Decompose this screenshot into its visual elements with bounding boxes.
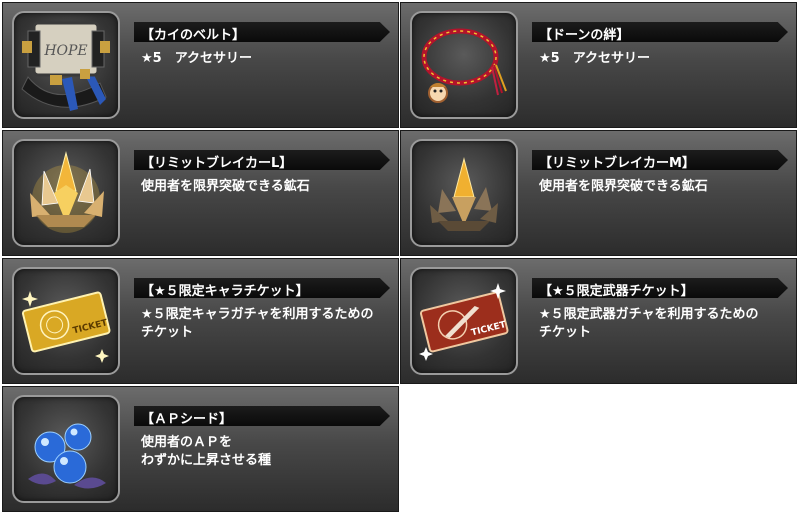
- item-description-line: ★5 アクセサリー: [141, 51, 253, 66]
- item-card-ap-seed[interactable]: 【ＡＰシード】 使用者のＡＰを わずかに上昇させる種: [2, 386, 399, 512]
- item-name: 【リミットブレイカーM】: [539, 156, 695, 171]
- item-name: 【★５限定武器チケット】: [539, 284, 694, 299]
- item-name-bar: 【リミットブレイカーL】: [134, 150, 390, 170]
- item-name-bar: 【ＡＰシード】: [134, 406, 390, 426]
- item-name: 【ドーンの絆】: [539, 28, 630, 43]
- item-description-line: 使用者を限界突破できる鉱石: [141, 179, 310, 194]
- item-name-bar: 【★５限定キャラチケット】: [134, 278, 390, 298]
- item-card-chara-ticket[interactable]: TICKET 【★５限定キャラチケット】 ★５限定キャラガチャを利用するための …: [2, 258, 399, 384]
- weapon-ticket-icon: TICKET: [419, 283, 509, 361]
- item-description: ★5 アクセサリー: [539, 50, 789, 68]
- belt-icon: HOPE: [21, 21, 110, 111]
- item-description-line: ★5 アクセサリー: [539, 51, 651, 66]
- item-thumbnail: TICKET: [410, 267, 518, 375]
- necklace-icon: [421, 28, 507, 103]
- item-name: 【ＡＰシード】: [141, 412, 233, 427]
- item-card-weapon-ticket[interactable]: TICKET 【★５限定武器チケット】 ★５限定武器ガチャを利用するための チケ…: [400, 258, 797, 384]
- item-card-limit-breaker-m[interactable]: 【リミットブレイカーM】 使用者を限界突破できる鉱石: [400, 130, 797, 256]
- crystal-large-icon: [30, 151, 104, 233]
- item-description-line: ★５限定キャラガチャを利用するための: [141, 307, 374, 322]
- item-description: 使用者を限界突破できる鉱石: [141, 178, 391, 196]
- item-thumbnail: [410, 139, 518, 247]
- item-description: 使用者を限界突破できる鉱石: [539, 178, 789, 196]
- item-thumbnail: TICKET: [12, 267, 120, 375]
- item-name: 【カイのベルト】: [141, 28, 246, 43]
- item-description-line: 使用者を限界突破できる鉱石: [539, 179, 708, 194]
- seed-icon: [28, 423, 106, 489]
- belt-engraving: HOPE: [43, 43, 87, 59]
- item-thumbnail: [12, 139, 120, 247]
- crystal-medium-icon: [430, 157, 498, 231]
- item-thumbnail: [410, 11, 518, 119]
- item-description: 使用者のＡＰを わずかに上昇させる種: [141, 434, 391, 470]
- item-thumbnail: [12, 395, 120, 503]
- item-card-dawn-bond[interactable]: 【ドーンの絆】 ★5 アクセサリー: [400, 2, 797, 128]
- item-name-bar: 【カイのベルト】: [134, 22, 390, 42]
- item-description: ★５限定キャラガチャを利用するための チケット: [141, 306, 391, 342]
- gold-ticket-icon: TICKET: [21, 291, 111, 363]
- item-description-line: わずかに上昇させる種: [141, 453, 272, 468]
- item-card-kai-belt[interactable]: HOPE 【カイのベルト】 ★5 アクセサリー: [2, 2, 399, 128]
- item-name: 【★５限定キャラチケット】: [141, 284, 309, 299]
- item-grid: HOPE 【カイのベルト】 ★5 アクセサリー 【ドーンの絆】 ★5 アクセサリ…: [0, 0, 798, 514]
- item-card-limit-breaker-l[interactable]: 【リミットブレイカーL】 使用者を限界突破できる鉱石: [2, 130, 399, 256]
- item-description: ★5 アクセサリー: [141, 50, 391, 68]
- item-description-line: 使用者のＡＰを: [141, 435, 233, 450]
- item-description-line: チケット: [539, 325, 592, 340]
- item-description: ★５限定武器ガチャを利用するための チケット: [539, 306, 789, 342]
- item-thumbnail: HOPE: [12, 11, 120, 119]
- item-description-line: ★５限定武器ガチャを利用するための: [539, 307, 759, 322]
- item-description-line: チケット: [141, 325, 194, 340]
- item-name-bar: 【★５限定武器チケット】: [532, 278, 788, 298]
- item-name-bar: 【ドーンの絆】: [532, 22, 788, 42]
- item-name: 【リミットブレイカーL】: [141, 156, 293, 171]
- item-name-bar: 【リミットブレイカーM】: [532, 150, 788, 170]
